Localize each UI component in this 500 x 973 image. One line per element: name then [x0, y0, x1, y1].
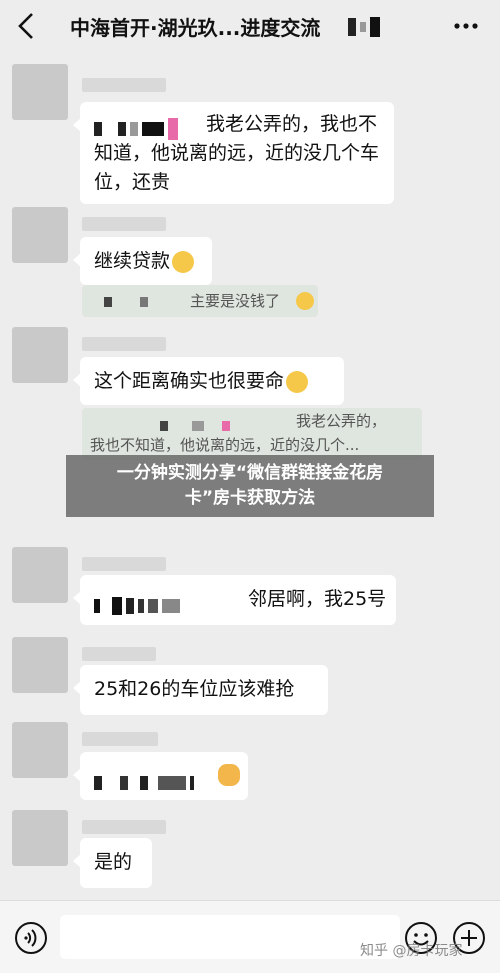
message-bubble[interactable]: 25和26的车位应该难抢 [73, 665, 328, 715]
message-text: 继续贷款 [94, 250, 171, 272]
message-text: 邻居啊，我25号 [248, 588, 387, 610]
redacted-mosaic [94, 291, 152, 313]
title-mosaic [348, 16, 384, 37]
grimace-emoji-icon [172, 250, 195, 273]
overlay-caption: 一分钟实测分享“微信群链接金花房 卡”房卡获取方法 [66, 455, 434, 517]
redacted-mosaic [160, 414, 234, 436]
watermark: 知乎 @房卡玩家 [360, 943, 463, 959]
message-bubble[interactable]: 这个距离确实也很要命 [73, 357, 344, 405]
message-text: 这个距离确实也很要命 [94, 370, 285, 392]
quoted-text: 主要是没钱了 [190, 292, 281, 310]
avatar[interactable] [12, 722, 68, 778]
quoted-message[interactable]: 主要是没钱了 [82, 285, 318, 317]
chat-header: 中海首开·湖光玖...进度交流 [0, 0, 500, 52]
handshake-emoji-icon [218, 764, 240, 786]
quoted-message[interactable]: 我老公弄的， 我也不知道，他说离的远，近的没几个... [82, 408, 422, 460]
message-text: 25和26的车位应该难抢 [94, 678, 295, 700]
message-text: 是的 [94, 851, 133, 873]
avatar[interactable] [12, 637, 68, 693]
message-input[interactable] [60, 915, 400, 959]
avatar[interactable] [12, 810, 68, 866]
voice-input-icon[interactable] [14, 921, 48, 955]
avatar[interactable] [12, 327, 68, 383]
message-bubble[interactable]: 是的 [73, 838, 152, 888]
more-options-icon[interactable] [452, 14, 480, 38]
message-bubble[interactable]: 邻居啊，我25号 [73, 575, 396, 625]
message-bubble[interactable] [73, 752, 248, 800]
input-bar [0, 900, 500, 973]
avatar[interactable] [12, 207, 68, 263]
worried-emoji-icon [286, 370, 309, 393]
quoted-text-line2: 我也不知道，他说离的远，近的没几个... [90, 436, 360, 454]
sender-name-redacted [82, 732, 158, 746]
avatar[interactable] [12, 64, 68, 120]
sender-name-redacted [82, 217, 166, 231]
sender-name-redacted [82, 820, 166, 834]
redacted-mosaic [94, 591, 184, 620]
message-text: 我老公弄的，我也不知道，他说离的远，近的没几个车位，还贵 [94, 113, 380, 193]
message-bubble[interactable]: 我老公弄的，我也不知道，他说离的远，近的没几个车位，还贵 [73, 102, 394, 204]
caption-line2: 卡”房卡获取方法 [184, 488, 316, 508]
back-arrow-icon[interactable] [14, 10, 38, 42]
sender-name-redacted [82, 78, 166, 92]
grimace-emoji-icon [296, 292, 314, 310]
sender-name-redacted [82, 647, 156, 661]
sender-name-redacted [82, 337, 166, 351]
quoted-text-line1: 我老公弄的， [296, 412, 387, 430]
message-bubble[interactable]: 继续贷款 [73, 237, 212, 285]
avatar[interactable] [12, 547, 68, 603]
redacted-mosaic [94, 768, 198, 797]
sender-name-redacted [82, 557, 166, 571]
caption-line1: 一分钟实测分享“微信群链接金花房 [116, 463, 384, 483]
